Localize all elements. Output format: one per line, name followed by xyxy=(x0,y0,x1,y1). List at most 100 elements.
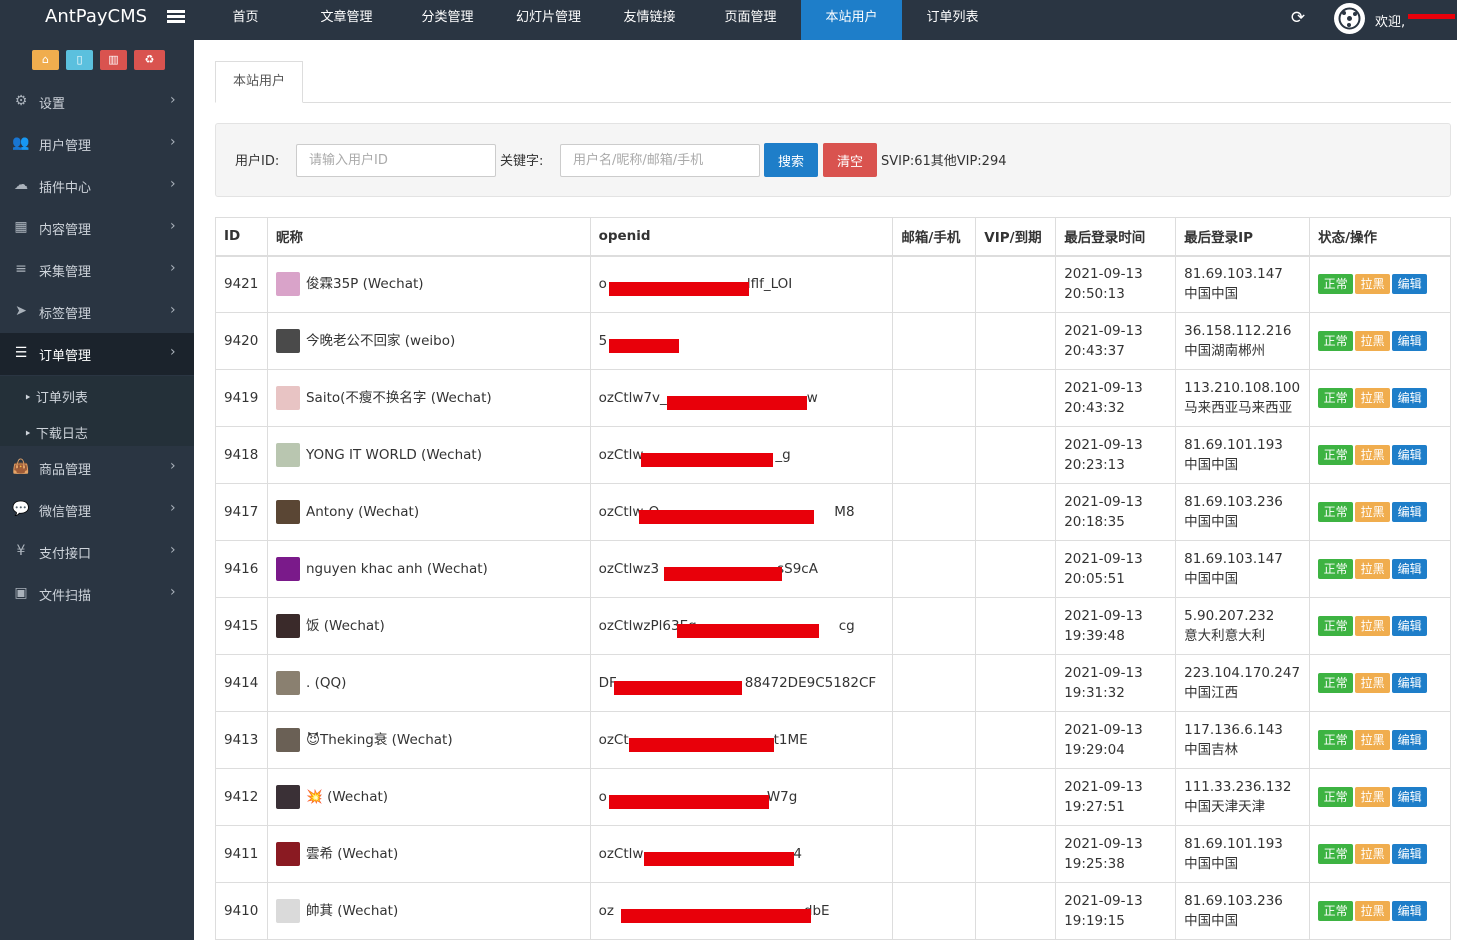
edit-button[interactable]: 编辑 xyxy=(1392,559,1428,579)
blacklist-button[interactable]: 拉黑 xyxy=(1355,559,1391,579)
email-cell xyxy=(892,312,977,370)
status-normal-button[interactable]: 正常 xyxy=(1318,616,1354,636)
openid-head: ozCtlw7v_ xyxy=(598,390,667,406)
top-nav-item[interactable]: 文章管理 xyxy=(296,0,397,40)
top-nav-item[interactable]: 分类管理 xyxy=(397,0,498,40)
redaction-bar xyxy=(620,909,811,923)
status-normal-button[interactable]: 正常 xyxy=(1318,730,1354,750)
sidebar-item[interactable]: ▣ 文件扫描 › xyxy=(0,573,194,615)
blacklist-button[interactable]: 拉黑 xyxy=(1355,616,1391,636)
user-avatar[interactable] xyxy=(1334,3,1365,34)
status-normal-button[interactable]: 正常 xyxy=(1318,388,1354,408)
edit-button[interactable]: 编辑 xyxy=(1392,844,1428,864)
avatar xyxy=(275,443,300,467)
edit-button[interactable]: 编辑 xyxy=(1392,901,1428,921)
edit-button[interactable]: 编辑 xyxy=(1392,331,1428,351)
blacklist-button[interactable]: 拉黑 xyxy=(1355,331,1391,351)
blacklist-button[interactable]: 拉黑 xyxy=(1355,844,1391,864)
edit-button[interactable]: 编辑 xyxy=(1392,274,1428,295)
sidebar-subitem-label: 下载日志 xyxy=(35,427,88,442)
edit-button[interactable]: 编辑 xyxy=(1392,616,1428,636)
status-normal-button[interactable]: 正常 xyxy=(1318,844,1354,864)
blacklist-button[interactable]: 拉黑 xyxy=(1355,787,1391,807)
edit-button[interactable]: 编辑 xyxy=(1392,445,1428,465)
actions-cell: 正常 拉黑 编辑 xyxy=(1309,597,1451,655)
status-normal-button[interactable]: 正常 xyxy=(1318,445,1354,465)
sidebar-item-label: 采集管理 xyxy=(39,265,92,280)
edit-button[interactable]: 编辑 xyxy=(1392,673,1428,693)
openid-tail: 4 xyxy=(793,846,803,862)
top-nav-item[interactable]: 页面管理 xyxy=(700,0,801,40)
status-normal-button[interactable]: 正常 xyxy=(1318,502,1354,522)
status-normal-button[interactable]: 正常 xyxy=(1318,559,1354,579)
openid: 5 xyxy=(599,333,679,353)
trash-icon[interactable]: ▥ xyxy=(100,50,127,70)
edit-button[interactable]: 编辑 xyxy=(1392,787,1428,807)
menu-toggle-icon[interactable] xyxy=(167,10,185,24)
database-icon: ≡ xyxy=(15,261,27,277)
brand-name[interactable]: AntPayCMS xyxy=(45,6,147,27)
sidebar-item[interactable]: ➤ 标签管理 › xyxy=(0,291,194,333)
login-time: 2021-09-13 19:25:38 xyxy=(1055,825,1177,883)
blacklist-button[interactable]: 拉黑 xyxy=(1355,502,1391,522)
refresh-icon[interactable]: ⟳ xyxy=(1289,9,1307,27)
blacklist-button[interactable]: 拉黑 xyxy=(1355,901,1391,921)
top-nav-item[interactable]: 幻灯片管理 xyxy=(498,0,599,40)
openid-cell: ozCtlw _g xyxy=(589,426,894,484)
clear-button[interactable]: 清空 xyxy=(823,143,877,177)
ip-address: 113.210.108.100 xyxy=(1184,380,1301,396)
blacklist-button[interactable]: 拉黑 xyxy=(1355,388,1391,408)
edit-button[interactable]: 编辑 xyxy=(1392,730,1428,750)
avatar xyxy=(275,386,300,410)
status-normal-button[interactable]: 正常 xyxy=(1318,901,1354,921)
blacklist-button[interactable]: 拉黑 xyxy=(1355,730,1391,750)
chevron-right-icon: › xyxy=(170,92,176,108)
blacklist-button[interactable]: 拉黑 xyxy=(1355,274,1391,295)
sidebar-item[interactable]: ☰ 订单管理 › xyxy=(0,333,194,375)
ip-location: 中国中国 xyxy=(1184,571,1239,587)
recycle-icon[interactable]: ♻ xyxy=(134,50,165,70)
sidebar-subitem-download-log[interactable]: ‣ 下载日志 xyxy=(24,423,88,442)
sidebar-item[interactable]: ⚙ 设置 › xyxy=(0,81,194,123)
tab-site-users[interactable]: 本站用户 xyxy=(215,61,303,103)
top-nav-item[interactable]: 订单列表 xyxy=(902,0,1003,40)
sidebar-item[interactable]: ☁ 插件中心 › xyxy=(0,165,194,207)
login-ip: 81.69.101.193 中国中国 xyxy=(1175,825,1311,883)
blacklist-button[interactable]: 拉黑 xyxy=(1355,673,1391,693)
sidebar-item[interactable]: ≡ 采集管理 › xyxy=(0,249,194,291)
sidebar-item[interactable]: ▦ 内容管理 › xyxy=(0,207,194,249)
search-button[interactable]: 搜索 xyxy=(764,143,818,177)
sidebar-subitem-orders[interactable]: ‣ 订单列表 xyxy=(24,387,88,406)
table-row: 9411 雲希 (Wechat) ozCtlw 4 2021-09-13 19:25:38… xyxy=(215,825,1451,883)
home-icon[interactable]: ⌂ xyxy=(32,50,59,70)
status-normal-button[interactable]: 正常 xyxy=(1318,331,1354,351)
top-nav-item[interactable]: 首页 xyxy=(195,0,296,40)
uid-input[interactable] xyxy=(296,144,496,177)
sidebar-item[interactable]: 👥 用户管理 › xyxy=(0,123,194,165)
column-header: ID xyxy=(215,217,268,257)
top-nav-item[interactable]: 友情链接 xyxy=(599,0,700,40)
chevron-right-icon: › xyxy=(170,134,176,150)
login-ip: 223.104.170.247 中国江西 xyxy=(1175,654,1311,712)
sidebar-item[interactable]: ¥ 支付接口 › xyxy=(0,531,194,573)
table-row: 9419 Saito(不瘦不换名字 (Wechat) ozCtlw7v_ w 2021-… xyxy=(215,369,1451,427)
chevron-right-icon: › xyxy=(170,260,176,276)
status-normal-button[interactable]: 正常 xyxy=(1318,787,1354,807)
login-date: 2021-09-13 xyxy=(1064,266,1143,283)
status-normal-button[interactable]: 正常 xyxy=(1318,274,1354,295)
login-time: 2021-09-13 20:05:51 xyxy=(1055,540,1177,598)
keyword-input[interactable] xyxy=(560,144,760,177)
sidebar-item[interactable]: 💬 微信管理 › xyxy=(0,489,194,531)
sidebar-item[interactable]: 👜 商品管理 › xyxy=(0,447,194,489)
nickname-cell: 😈Theking衰 (Wechat) xyxy=(266,711,591,769)
email-cell xyxy=(892,882,977,940)
file-icon[interactable]: ▯ xyxy=(66,50,93,70)
edit-button[interactable]: 编辑 xyxy=(1392,502,1428,522)
top-nav-item[interactable]: 本站用户 xyxy=(801,0,902,40)
wechat-icon: 💬 xyxy=(12,501,30,517)
status-normal-button[interactable]: 正常 xyxy=(1318,673,1354,693)
blacklist-button[interactable]: 拉黑 xyxy=(1355,445,1391,465)
edit-button[interactable]: 编辑 xyxy=(1392,388,1428,408)
login-date: 2021-09-13 xyxy=(1064,665,1143,681)
nickname-cell: 俊霖35P (Wechat) xyxy=(266,255,591,313)
